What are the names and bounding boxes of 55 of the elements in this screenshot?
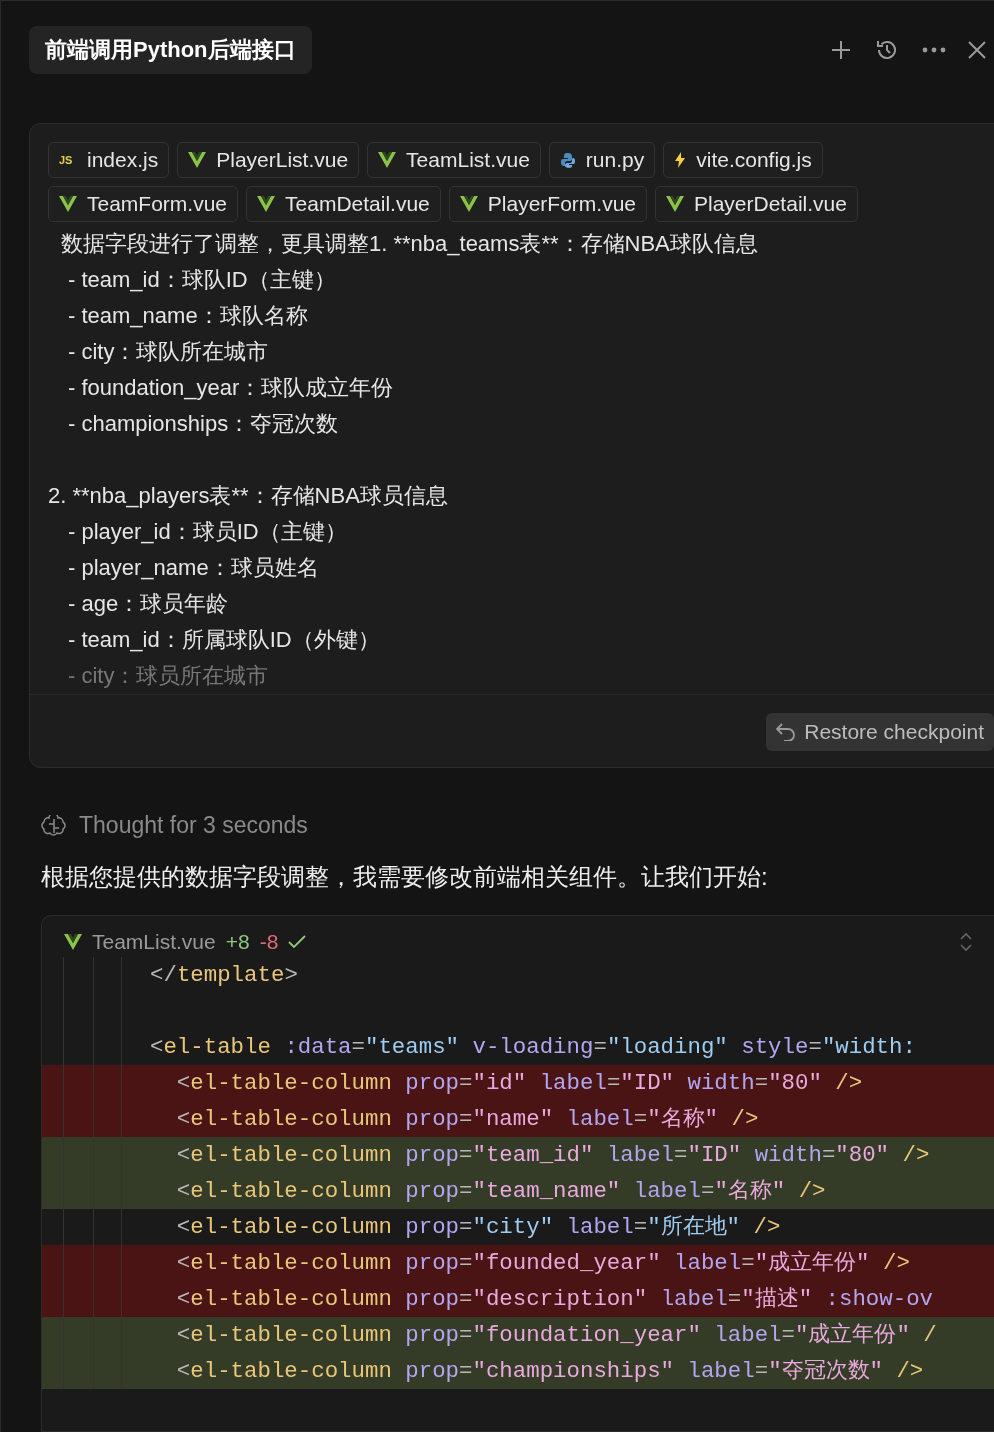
code-line: <el-table-column prop="foundation_year" label="成立年份" / xyxy=(175,1321,938,1350)
file-chip[interactable]: JS index.js xyxy=(48,142,170,178)
message-text-line: - team_id：所属球队ID（外键） xyxy=(67,626,380,654)
more-icon[interactable] xyxy=(922,47,946,53)
vue-icon xyxy=(59,196,77,212)
message-text-line: - championships：夺冠次数 xyxy=(67,410,339,438)
message-text-line: - foundation_year：球队成立年份 xyxy=(67,374,394,402)
file-chip[interactable]: TeamDetail.vue xyxy=(246,186,441,222)
file-chip[interactable]: vite.config.js xyxy=(663,142,823,178)
python-icon xyxy=(559,152,576,168)
code-line: <el-table-column prop="team_id" label="ID" width="80" /> xyxy=(175,1141,931,1170)
code-line: </template> xyxy=(149,961,299,990)
message-text-line: - team_name：球队名称 xyxy=(67,302,308,330)
vue-icon xyxy=(64,934,82,950)
vue-icon xyxy=(666,196,684,212)
file-name[interactable]: TeamList.vue xyxy=(92,930,216,954)
added-count: +8 xyxy=(225,930,250,954)
file-chip[interactable]: TeamForm.vue xyxy=(48,186,239,222)
js-icon: JS xyxy=(59,154,77,166)
thought-label[interactable]: Thought for 3 seconds xyxy=(79,812,308,839)
code-line: <el-table-column prop="city" label="所在地" /> xyxy=(175,1213,782,1242)
vue-icon xyxy=(257,196,276,212)
vue-icon xyxy=(459,196,478,212)
reply-text: 根据您提供的数据字段调整，我需要修改前端相关组件。让我们开始: xyxy=(41,863,768,890)
file-chip[interactable]: TeamList.vue xyxy=(367,142,541,178)
message-text-line: - team_id：球队ID（主键） xyxy=(67,266,336,294)
bolt-icon xyxy=(674,152,687,168)
chat-title: 前端调用Python后端接口 xyxy=(29,26,312,74)
message-text-line: - player_name：球员姓名 xyxy=(67,554,319,582)
add-icon[interactable] xyxy=(830,39,852,61)
code-line: <el-table-column prop="id" label="ID" width="80" /> xyxy=(175,1069,864,1098)
code-line: <el-table-column prop="description" label="描述" :show-ov xyxy=(175,1285,935,1314)
restore-checkpoint-button[interactable]: Restore checkpoint xyxy=(766,713,994,751)
file-chip[interactable]: PlayerDetail.vue xyxy=(655,186,858,222)
message-text-line: - city：球队所在城市 xyxy=(67,338,269,366)
message-text-line: - city：球员所在城市 xyxy=(67,662,269,690)
file-chip[interactable]: PlayerList.vue xyxy=(177,142,360,178)
message-text-line: - player_id：球员ID（主键） xyxy=(67,518,347,546)
message-text-line: 2. **nba_players表**：存储NBA球员信息 xyxy=(48,482,448,510)
removed-count: -8 xyxy=(259,930,279,954)
code-line: <el-table-column prop="championships" label="夺冠次数" /> xyxy=(175,1357,925,1386)
undo-icon xyxy=(776,723,797,741)
file-chip[interactable]: run.py xyxy=(548,142,656,178)
code-line: <el-table-column prop="team_name" label="名称" /> xyxy=(175,1177,827,1206)
code-line: <el-table-column prop="name" label="名称" /> xyxy=(175,1105,760,1134)
file-chip[interactable]: PlayerForm.vue xyxy=(448,186,647,222)
code-line: <el-table :data="teams" v-loading="loading" style="width: xyxy=(149,1033,917,1062)
brain-icon xyxy=(41,814,67,837)
message-text-line: - age：球员年龄 xyxy=(67,590,229,618)
close-icon[interactable] xyxy=(968,41,986,59)
message-text-line: 数据字段进行了调整，更具调整1. **nba_teams表**：存储NBA球队信息 xyxy=(60,230,758,258)
code-line: <el-table-column prop="founded_year" label="成立年份" /> xyxy=(175,1249,911,1278)
vue-icon xyxy=(378,152,397,168)
vue-icon xyxy=(188,152,207,168)
expand-icon[interactable] xyxy=(960,932,972,952)
